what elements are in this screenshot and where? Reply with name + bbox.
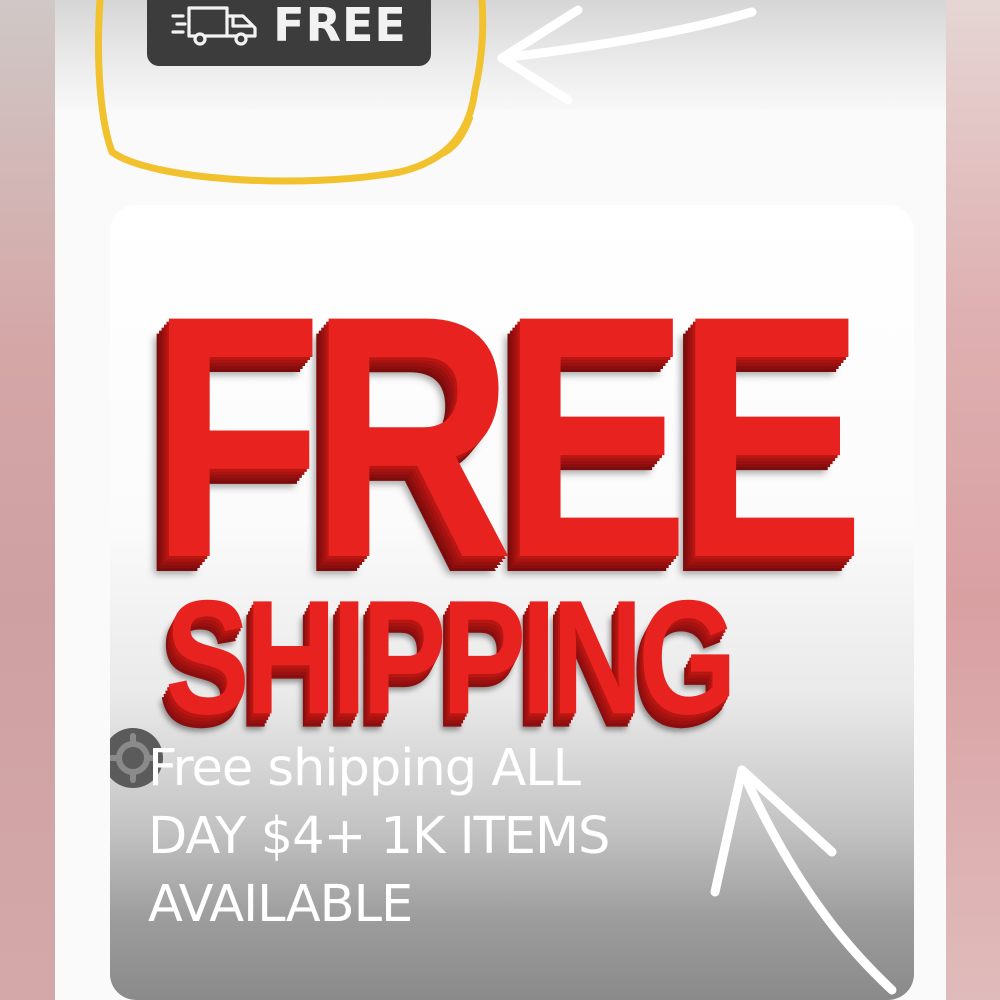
caption-line-3: AVAILABLE bbox=[148, 875, 413, 934]
delivery-truck-icon bbox=[171, 6, 257, 46]
promo-image[interactable]: FREE SHIPPING Free shipping ALL DAY $4+ … bbox=[110, 205, 914, 1000]
free-shipping-badge[interactable]: FREE bbox=[147, 0, 431, 66]
caption-line-2: DAY $4+ 1K ITEMS bbox=[148, 807, 610, 866]
shipping-headline: SHIPPING bbox=[165, 567, 737, 749]
caption-line-1: Free shipping ALL bbox=[148, 739, 581, 798]
free-headline: FREE bbox=[150, 245, 865, 630]
badge-label: FREE bbox=[273, 0, 407, 52]
background-blur-right bbox=[946, 0, 1000, 1000]
promo-caption: Free shipping ALL DAY $4+ 1K ITEMS AVAIL… bbox=[148, 735, 748, 939]
background-blur-left bbox=[0, 0, 55, 1000]
